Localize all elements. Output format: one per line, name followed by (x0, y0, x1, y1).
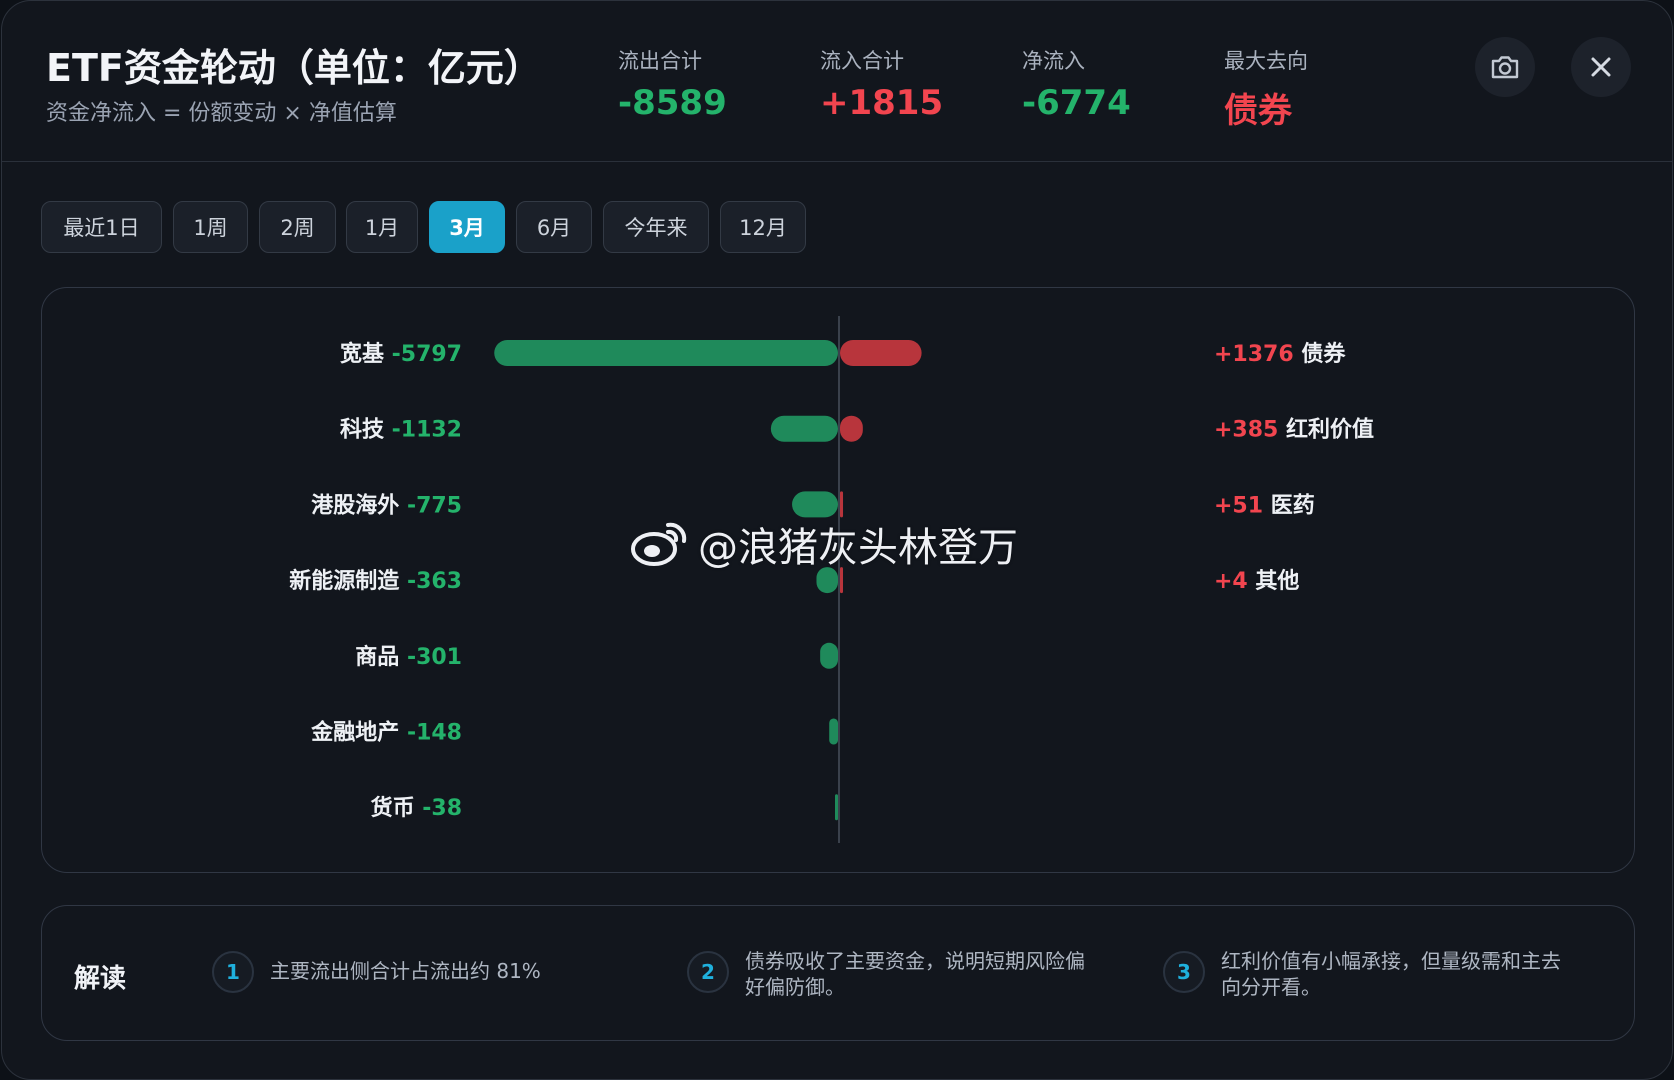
watermark-text: @浪猪灰头林登万 (698, 525, 1018, 571)
outflow-bar (820, 642, 838, 669)
rotation-chart: 宽基 -5797 科技 -1132 港股海外 -775 新能源制造 -363 商品 -3… (289, 316, 1374, 843)
tab-ytd[interactable]: 今年来 (603, 201, 709, 253)
inflow-label: +385 红利价值 (1214, 417, 1374, 443)
stat-net-inflow: 净流入 -6774 (1022, 45, 1131, 123)
stat-label: 流出合计 (618, 49, 702, 73)
outflow-label: 港股海外 -775 (311, 492, 462, 518)
outflow-category-label: 科技 (340, 418, 392, 443)
outflow-value-label: -301 (407, 645, 462, 670)
note-item: 3 红利价值有小幅承接，但量级需和主去向分开看。 (1163, 948, 1563, 1000)
note-number: 1 (212, 951, 254, 993)
watermark: @浪猪灰头林登万 (630, 515, 1018, 573)
camera-icon (1491, 56, 1519, 79)
outflow-bar (829, 718, 838, 745)
inflow-label: +1376 债券 (1214, 341, 1346, 367)
outflow-value-label: -775 (407, 493, 462, 518)
note-text: 红利价值有小幅承接，但量级需和主去向分开看。 (1221, 949, 1561, 999)
outflow-value-label: -1132 (392, 418, 462, 443)
stat-value: -8589 (618, 83, 727, 123)
tab-6m[interactable]: 6月 (516, 201, 592, 253)
note-number: 3 (1163, 951, 1205, 993)
tab-12m[interactable]: 12月 (720, 201, 806, 253)
tab-2w[interactable]: 2周 (259, 201, 336, 253)
stat-top-destination: 最大去向 债券 (1224, 45, 1308, 132)
outflow-bar (792, 491, 838, 518)
tab-1w[interactable]: 1周 (173, 201, 248, 253)
outflow-value-label: -5797 (392, 342, 462, 367)
stat-label: 最大去向 (1224, 49, 1308, 73)
screenshot-button[interactable] (1475, 37, 1535, 97)
note-item: 1 主要流出侧合计占流出约 81% (212, 948, 632, 993)
outflow-category-label: 货币 (371, 795, 423, 821)
page-subtitle: 资金净流入 = 份额变动 × 净值估算 (46, 101, 397, 126)
stat-label: 流入合计 (820, 49, 904, 73)
outflow-category-label: 金融地产 (310, 720, 407, 746)
inflow-value-label: +1376 (1214, 342, 1301, 367)
outflow-value-label: -38 (422, 796, 462, 821)
outflow-bar (770, 415, 838, 442)
weibo-logo-icon (631, 522, 687, 566)
inflow-value-label: +385 (1214, 418, 1286, 443)
stat-outflow-total: 流出合计 -8589 (618, 45, 727, 123)
inflow-category-label: 红利价值 (1286, 417, 1374, 443)
stat-label: 净流入 (1022, 49, 1085, 73)
tab-3m[interactable]: 3月 (429, 201, 505, 253)
note-number: 2 (687, 951, 729, 993)
outflow-label: 货币 -38 (371, 795, 462, 821)
etf-flow-modal: ETF资金轮动（单位：亿元） 资金净流入 = 份额变动 × 净值估算 流出合计 … (1, 0, 1673, 1080)
note-text: 主要流出侧合计占流出约 81% (270, 959, 541, 983)
outflow-label: 金融地产 -148 (310, 720, 462, 746)
stat-inflow-total: 流入合计 +1815 (820, 45, 943, 123)
outflow-label: 科技 -1132 (340, 418, 462, 443)
outflow-category-label: 宽基 (340, 341, 392, 367)
stat-value: +1815 (820, 83, 944, 123)
inflow-label: +4 其他 (1214, 569, 1299, 594)
inflow-label: +51 医药 (1214, 493, 1315, 518)
outflow-category-label: 港股海外 (311, 492, 407, 518)
modal-header: ETF资金轮动（单位：亿元） 资金净流入 = 份额变动 × 净值估算 流出合计 … (2, 1, 1672, 162)
rotation-chart-panel: 宽基 -5797 科技 -1132 港股海外 -775 新能源制造 -363 商品 -3… (41, 287, 1635, 873)
stat-value: -6774 (1022, 83, 1131, 123)
inflow-bar (840, 491, 844, 518)
interpretation-panel: 解读 1 主要流出侧合计占流出约 81% 2 债券吸收了主要资金，说明短期风险偏… (41, 905, 1635, 1041)
inflow-value-label: +51 (1214, 493, 1271, 518)
outflow-label: 宽基 -5797 (340, 341, 462, 367)
outflow-value-label: -363 (407, 569, 462, 594)
inflow-category-label: 其他 (1255, 569, 1299, 594)
inflow-value-label: +4 (1214, 569, 1255, 594)
inflow-category-label: 医药 (1271, 493, 1315, 518)
tab-1m[interactable]: 1月 (346, 201, 418, 253)
outflow-label: 商品 -301 (355, 644, 462, 670)
note-text: 债券吸收了主要资金，说明短期风险偏好偏防御。 (745, 949, 1085, 999)
outflow-category-label: 新能源制造 (289, 568, 407, 594)
close-button[interactable] (1571, 37, 1631, 97)
note-item: 2 债券吸收了主要资金，说明短期风险偏好偏防御。 (687, 948, 1087, 1000)
page-title: ETF资金轮动（单位：亿元） (46, 46, 542, 90)
outflow-label: 新能源制造 -363 (289, 568, 462, 594)
close-icon (1591, 57, 1611, 77)
outflow-bar (494, 340, 838, 366)
stat-value: 债券 (1224, 91, 1292, 131)
inflow-bar (840, 340, 922, 366)
tab-1d[interactable]: 最近1日 (41, 201, 162, 253)
inflow-category-label: 债券 (1301, 341, 1346, 367)
notes-title: 解读 (74, 964, 127, 994)
outflow-value-label: -148 (407, 721, 462, 746)
outflow-category-label: 商品 (355, 644, 407, 670)
inflow-bar (840, 415, 863, 442)
outflow-bar (835, 794, 838, 821)
